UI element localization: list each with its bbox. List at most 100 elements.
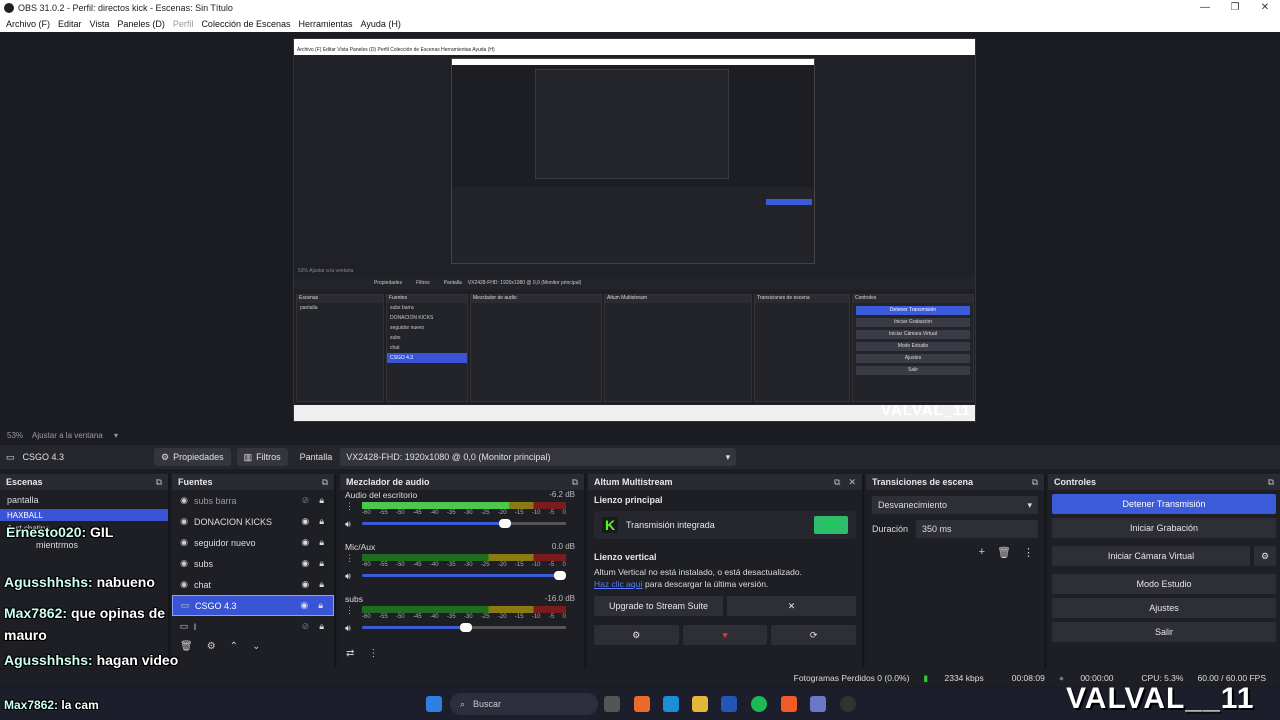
stream-toggle[interactable]: ((•)): [814, 516, 848, 534]
lock-icon[interactable]: 🔒︎: [319, 495, 324, 506]
eye-icon[interactable]: ◉: [301, 537, 309, 548]
virtual-cam-settings[interactable]: ⚙: [1254, 546, 1276, 566]
undock-icon[interactable]: ⧉: [322, 477, 328, 488]
preview-zoom-text: 53% Ajustar a la ventana: [298, 268, 354, 274]
minimize-button[interactable]: —: [1190, 0, 1220, 15]
lock-icon[interactable]: 🔒︎: [319, 516, 324, 527]
windows-start-icon[interactable]: [426, 696, 442, 712]
undock-icon[interactable]: ⧉: [1032, 477, 1038, 488]
eye-hidden-icon[interactable]: ⊘: [302, 495, 310, 506]
chevron-up-icon[interactable]: ⌃: [230, 641, 238, 652]
more-icon[interactable]: ⋮: [1023, 546, 1034, 559]
settings-button[interactable]: ⚙: [594, 625, 679, 645]
menu-editar[interactable]: Editar: [54, 19, 86, 29]
speaker-icon[interactable]: 🔊︎: [345, 571, 351, 582]
menu-vista[interactable]: Vista: [86, 19, 114, 29]
scene-item[interactable]: HAXBALL: [0, 509, 168, 521]
preview-canvas[interactable]: Archivo (F) Editar Vista Paneles (D) Per…: [293, 38, 976, 422]
menu-paneles[interactable]: Paneles (D): [113, 19, 169, 29]
nested-docks: [452, 187, 814, 263]
device-select[interactable]: VX2428-FHD: 1920x1080 @ 0,0 (Monitor pri…: [340, 448, 737, 466]
menu-coleccion[interactable]: Colección de Escenas: [197, 19, 294, 29]
virtual-cam-row: Iniciar Cámara Virtual ⚙: [1048, 542, 1280, 570]
volume-slider[interactable]: [362, 623, 566, 632]
start-virtual-cam-button[interactable]: Iniciar Cámara Virtual: [1052, 546, 1250, 566]
gear-icon[interactable]: ⚙: [207, 641, 216, 652]
volume-slider[interactable]: [362, 571, 566, 580]
edge-icon[interactable]: [663, 696, 679, 712]
start-recording-button[interactable]: Iniciar Grabación: [1052, 518, 1276, 538]
channel-name: Mic/Aux: [345, 542, 376, 552]
trash-icon[interactable]: 🗑︎: [997, 546, 1011, 559]
close-button[interactable]: ✕: [1250, 0, 1280, 15]
maximize-button[interactable]: ❐: [1220, 0, 1250, 15]
properties-button[interactable]: ⚙ Propiedades: [154, 448, 231, 466]
menu-ayuda[interactable]: Ayuda (H): [357, 19, 405, 29]
source-item[interactable]: ◉ DONACION KICKS ◉ 🔒︎: [172, 511, 334, 532]
studio-mode-button[interactable]: Modo Estudio: [1052, 574, 1276, 594]
lock-icon[interactable]: 🔒︎: [318, 600, 323, 611]
undock-icon[interactable]: ⧉: [572, 477, 578, 488]
link-icon[interactable]: ⇄: [346, 648, 354, 659]
source-item[interactable]: ◉ subs barra ⊘ 🔒︎: [172, 490, 334, 511]
more-icon[interactable]: ⋮: [345, 553, 354, 564]
eye-icon[interactable]: ◉: [301, 579, 309, 590]
folder-icon[interactable]: [692, 696, 708, 712]
more-icon[interactable]: ⋮: [345, 605, 354, 616]
filters-button[interactable]: ▥ Filtros: [236, 448, 288, 466]
menu-perfil[interactable]: Perfil: [169, 19, 198, 29]
exit-button[interactable]: Salir: [1052, 622, 1276, 642]
speaker-icon[interactable]: 🔊︎: [345, 519, 351, 530]
dismiss-button[interactable]: ✕: [727, 596, 856, 616]
download-link[interactable]: Haz clic aquí: [594, 579, 643, 589]
speaker-icon[interactable]: 🔊︎: [345, 623, 351, 634]
mixer-channel: Mic/Aux 0.0 dB ⋮ -60 -55 -50 -45 -40 -35 -30 -25 -2…: [340, 542, 584, 594]
zoom-fit-dropdown[interactable]: Ajustar a la ventana ▾: [32, 431, 127, 440]
source-item[interactable]: ▭ l ⊘ 🔒︎: [172, 616, 334, 637]
slider-knob[interactable]: [554, 571, 566, 580]
refresh-button[interactable]: ⟳: [771, 625, 857, 645]
settings-button[interactable]: Ajustes: [1052, 598, 1276, 618]
discord-icon[interactable]: [810, 696, 826, 712]
donate-button[interactable]: ♥: [682, 625, 768, 645]
eye-icon[interactable]: ◉: [301, 558, 309, 569]
task-view-icon[interactable]: [604, 696, 620, 712]
lock-icon[interactable]: 🔒︎: [319, 537, 324, 548]
more-icon[interactable]: ⋮: [345, 501, 354, 512]
volume-slider[interactable]: [362, 519, 566, 528]
obs-taskbar-icon[interactable]: [840, 696, 856, 712]
eye-hidden-icon[interactable]: ⊘: [302, 621, 310, 632]
undock-icon[interactable]: ⧉: [1268, 477, 1274, 488]
undock-icon[interactable]: ⧉: [834, 477, 840, 488]
store-icon[interactable]: [721, 696, 737, 712]
menu-herramientas[interactable]: Herramientas: [295, 19, 357, 29]
eye-icon[interactable]: ◉: [300, 600, 308, 611]
taskbar-search[interactable]: ⌕ Buscar: [450, 693, 598, 715]
scene-item[interactable]: pantalla: [0, 490, 168, 509]
source-item[interactable]: ◉ chat ◉ 🔒︎: [172, 574, 334, 595]
source-item[interactable]: ◉ subs ◉ 🔒︎: [172, 553, 334, 574]
chat-user: Agusshhshs:: [4, 652, 93, 668]
upgrade-button[interactable]: Upgrade to Stream Suite: [594, 596, 723, 616]
source-item[interactable]: ◉ seguidor nuevo ◉ 🔒︎: [172, 532, 334, 553]
preview-transitions-dock: Transiciones de escena: [754, 294, 850, 402]
brave-icon[interactable]: [781, 696, 797, 712]
lock-icon[interactable]: 🔒︎: [319, 558, 324, 569]
chevron-down-icon[interactable]: ⌄: [252, 641, 260, 652]
slider-knob[interactable]: [460, 623, 473, 632]
more-icon[interactable]: ⋮: [368, 648, 378, 659]
lock-icon[interactable]: 🔒︎: [319, 621, 324, 632]
duration-input[interactable]: 350 ms: [916, 520, 1038, 538]
eye-icon[interactable]: ◉: [301, 516, 309, 527]
transition-select[interactable]: Desvanecimiento ▾: [872, 496, 1038, 514]
plus-icon[interactable]: +: [979, 546, 985, 559]
close-icon[interactable]: ✕: [848, 477, 856, 488]
undock-icon[interactable]: ⧉: [156, 477, 162, 488]
copilot-icon[interactable]: [634, 696, 650, 712]
spotify-icon[interactable]: [751, 696, 767, 712]
source-item[interactable]: ▭ CSGO 4.3 ◉ 🔒︎: [172, 595, 334, 616]
menu-archivo[interactable]: Archivo (F): [2, 19, 54, 29]
stop-stream-button[interactable]: Detener Transmisión: [1052, 494, 1276, 514]
lock-icon[interactable]: 🔒︎: [319, 579, 324, 590]
slider-knob[interactable]: [498, 519, 511, 528]
